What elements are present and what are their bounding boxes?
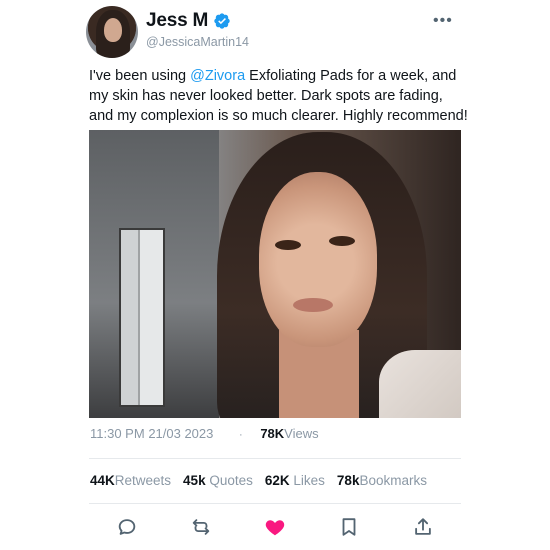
photo-window — [119, 228, 165, 407]
avatar[interactable] — [86, 6, 138, 58]
bookmarks-label: Bookmarks — [359, 473, 427, 488]
tweet-text: I've been using @Zivora Exfoliating Pads… — [89, 66, 469, 126]
photo-eye-right — [329, 236, 355, 246]
tweet-date[interactable]: 21/03 2023 — [148, 426, 213, 441]
photo-lips — [293, 298, 333, 312]
more-icon[interactable]: ••• — [433, 12, 453, 30]
retweets-stat[interactable]: 44KRetweets — [90, 473, 171, 488]
reply-icon[interactable] — [114, 514, 140, 540]
tweet-text-start: I've been using — [89, 68, 191, 84]
views-count: 78K — [260, 426, 285, 441]
mention-link[interactable]: @Zivora — [190, 68, 245, 84]
bookmarks-count: 78k — [336, 473, 360, 488]
tweet-stats: 44KRetweets 45k Quotes 62K Likes 78kBook… — [90, 473, 427, 488]
quotes-count: 45k — [183, 473, 206, 488]
display-name[interactable]: Jess M — [146, 10, 208, 32]
tweet-photo[interactable] — [89, 130, 461, 418]
views-label: Views — [284, 426, 319, 441]
quotes-stat[interactable]: 45k Quotes — [183, 473, 253, 488]
divider — [89, 458, 461, 459]
divider — [89, 503, 461, 504]
bookmarks-stat[interactable]: 78kBookmarks — [337, 473, 427, 488]
verified-badge-icon — [213, 12, 231, 30]
likes-label: Likes — [293, 473, 325, 488]
tweet-meta: 11:30 PM 21/03 2023 · 78KViews — [90, 426, 319, 441]
bookmark-icon[interactable] — [336, 514, 362, 540]
user-handle[interactable]: @JessicaMartin14 — [146, 35, 249, 49]
quotes-label: Quotes — [209, 473, 253, 488]
retweet-icon[interactable] — [188, 514, 214, 540]
photo-eye-left — [275, 240, 301, 250]
name-row: Jess M — [146, 10, 231, 32]
tweet-time[interactable]: 11:30 PM — [90, 426, 145, 441]
likes-stat[interactable]: 62K Likes — [265, 473, 325, 488]
action-bar — [89, 514, 461, 544]
photo-face — [259, 172, 377, 347]
photo-shirt — [379, 350, 461, 418]
avatar-face — [104, 18, 122, 42]
tweet-card: Jess M @JessicaMartin14 ••• I've been us… — [0, 0, 550, 550]
retweets-label: Retweets — [114, 473, 172, 488]
heart-icon[interactable] — [262, 514, 288, 540]
retweets-count: 44K — [90, 473, 115, 488]
likes-count: 62K — [264, 473, 290, 488]
meta-separator: · — [239, 429, 243, 441]
share-icon[interactable] — [410, 514, 436, 540]
